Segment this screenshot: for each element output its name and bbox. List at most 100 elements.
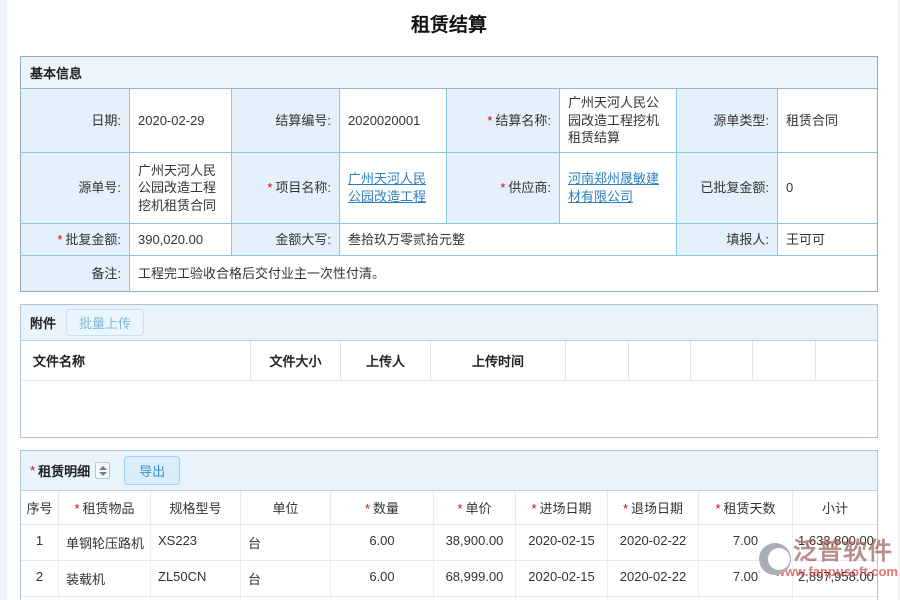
- col-upload-time: 上传时间: [431, 341, 566, 381]
- required-star: *: [500, 179, 505, 197]
- remark-label: 备注:: [21, 256, 130, 291]
- approve-amount-label-text: 批复金额:: [65, 231, 121, 249]
- date-label: 日期:: [21, 89, 130, 153]
- cell-price: 68,999.00: [434, 561, 516, 597]
- supplier-label: * 供应商:: [447, 153, 560, 224]
- col-empty: [691, 341, 753, 381]
- cell-enter-date: 2020-02-15: [516, 561, 608, 597]
- cell-qty: 6.00: [331, 561, 434, 597]
- source-no-label: 源单号:: [21, 153, 130, 224]
- sort-toggle-icon[interactable]: [95, 462, 110, 479]
- filler-label: 填报人:: [677, 224, 778, 256]
- attachments-table-header: 文件名称 文件大小 上传人 上传时间: [21, 341, 877, 381]
- cell-spec: ZL50CN: [151, 561, 241, 597]
- source-type-label: 源单类型:: [677, 89, 778, 153]
- col-price-text: 单价: [466, 501, 492, 516]
- settle-name-value: 广州天河人民公园改造工程挖机租赁结算: [560, 89, 677, 153]
- col-days-text: 租赁天数: [724, 501, 776, 516]
- col-qty-text: 数量: [373, 501, 399, 516]
- project-label: * 项目名称:: [232, 153, 340, 224]
- col-file-size: 文件大小: [251, 341, 341, 381]
- cell-exit-date: 2020-02-22: [608, 561, 699, 597]
- col-empty: [753, 341, 816, 381]
- cell-days: 7.00: [699, 561, 793, 597]
- amount-words-value: 叁拾玖万零贰拾元整: [340, 224, 677, 256]
- col-empty: [629, 341, 691, 381]
- cell-enter-date: 2020-02-15: [516, 525, 608, 561]
- cell-seq: 2: [21, 561, 59, 597]
- col-unit: 单位: [241, 491, 331, 525]
- basic-info-title: 基本信息: [30, 63, 82, 82]
- col-price: * 单价: [434, 491, 516, 525]
- rental-details-panel: * 租赁明细 导出 序号 *租赁物品 规格型号 单位 *数量 *单价 *进场日期…: [20, 450, 878, 600]
- basic-info-panel: 基本信息 日期: 2020-02-29 结算编号: 2020020001 * 结…: [20, 56, 878, 292]
- amount-words-label: 金额大写:: [232, 224, 340, 256]
- basic-info-header: 基本信息: [21, 57, 877, 89]
- col-seq: 序号: [21, 491, 59, 525]
- col-exit-date: *退场日期: [608, 491, 699, 525]
- cell-subtotal: 1,633,800.00: [793, 525, 877, 561]
- col-subtotal: 小计: [793, 491, 877, 525]
- supplier-link[interactable]: 河南郑州晟敏建材有限公司: [568, 170, 668, 205]
- settle-name-label: * 结算名称:: [447, 89, 560, 153]
- attachments-table-body-empty: [21, 381, 877, 437]
- col-empty: [816, 341, 877, 381]
- supplier-value: 河南郑州晟敏建材有限公司: [560, 153, 677, 224]
- basic-info-grid: 日期: 2020-02-29 结算编号: 2020020001 * 结算名称: …: [21, 89, 877, 291]
- col-item: * 租赁物品: [59, 491, 151, 525]
- col-uploader: 上传人: [341, 341, 431, 381]
- rental-details-title: 租赁明细: [38, 461, 90, 480]
- approved-total-label: 已批复金额:: [677, 153, 778, 224]
- date-value: 2020-02-29: [130, 89, 232, 153]
- col-exit-date-text: 退场日期: [631, 501, 683, 516]
- supplier-label-text: 供应商:: [508, 179, 551, 197]
- cell-spec: XS223: [151, 525, 241, 561]
- required-star: *: [267, 179, 272, 197]
- settle-no-value: 2020020001: [340, 89, 447, 153]
- cell-item: 单钢轮压路机: [59, 525, 151, 561]
- approve-amount-value: 390,020.00: [130, 224, 232, 256]
- cell-qty: 6.00: [331, 525, 434, 561]
- approved-total-value: 0: [778, 153, 877, 224]
- cell-days: 7.00: [699, 525, 793, 561]
- col-days: * 租赁天数: [699, 491, 793, 525]
- attachments-header: 附件 批量上传: [21, 305, 877, 341]
- cell-exit-date: 2020-02-22: [608, 525, 699, 561]
- cell-unit: 台: [241, 525, 331, 561]
- approve-amount-label: * 批复金额:: [21, 224, 130, 256]
- cell-unit: 台: [241, 561, 331, 597]
- rental-details-table: 序号 *租赁物品 规格型号 单位 *数量 *单价 *进场日期 *退场日期 *租赁…: [21, 491, 877, 600]
- cell-subtotal: 2,897,958.00: [793, 561, 877, 597]
- attachments-title: 附件: [30, 313, 56, 332]
- export-button[interactable]: 导出: [124, 456, 180, 485]
- cell-seq: 1: [21, 525, 59, 561]
- source-no-value: 广州天河人民公园改造工程挖机租赁合同: [130, 153, 232, 224]
- required-star: *: [715, 501, 720, 516]
- required-star: *: [487, 112, 492, 130]
- cell-item: 装载机: [59, 561, 151, 597]
- sort-down-arrow-icon: [99, 472, 107, 476]
- remark-value: 工程完工验收合格后交付业主一次性付清。: [130, 256, 877, 291]
- settle-no-label: 结算编号:: [232, 89, 340, 153]
- sort-up-arrow-icon: [99, 466, 107, 470]
- required-star: *: [457, 501, 462, 516]
- required-star: *: [74, 501, 79, 516]
- col-enter-date-text: 进场日期: [540, 501, 592, 516]
- project-value: 广州天河人民公园改造工程: [340, 153, 447, 224]
- col-item-text: 租赁物品: [83, 501, 135, 516]
- col-enter-date: * 进场日期: [516, 491, 608, 525]
- col-empty: [566, 341, 629, 381]
- col-spec: 规格型号: [151, 491, 241, 525]
- batch-upload-button[interactable]: 批量上传: [66, 309, 144, 336]
- attachments-panel: 附件 批量上传 文件名称 文件大小 上传人 上传时间: [20, 304, 878, 438]
- page-title: 租赁结算: [20, 10, 878, 37]
- col-qty: *数量: [331, 491, 434, 525]
- required-star: *: [531, 501, 536, 516]
- filler-value: 王可可: [778, 224, 877, 256]
- source-type-value: 租赁合同: [778, 89, 877, 153]
- required-star: *: [30, 463, 35, 478]
- settle-name-label-text: 结算名称:: [495, 112, 551, 130]
- project-link[interactable]: 广州天河人民公园改造工程: [348, 170, 438, 205]
- required-star: *: [365, 501, 370, 516]
- required-star: *: [623, 501, 628, 516]
